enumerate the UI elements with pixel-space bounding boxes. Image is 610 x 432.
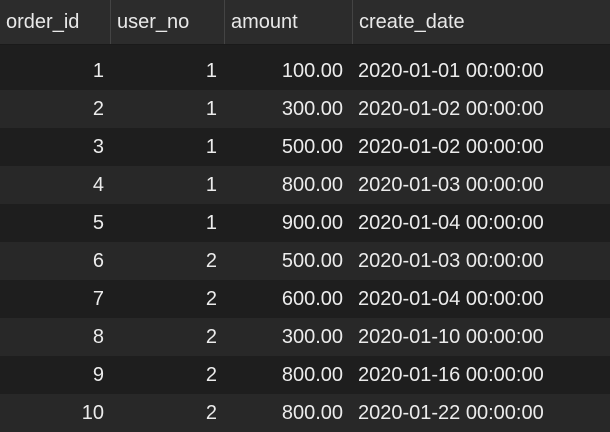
cell-create-date[interactable]: 2020-01-04 00:00:00	[358, 280, 608, 318]
result-grid: order_id user_no amount create_date 1 1 …	[0, 0, 610, 432]
cell-amount[interactable]: 900.00	[224, 204, 343, 242]
cell-amount[interactable]: 800.00	[224, 356, 343, 394]
cell-order-id[interactable]: 3	[0, 128, 104, 166]
cell-amount[interactable]: 300.00	[224, 90, 343, 128]
cell-order-id[interactable]: 5	[0, 204, 104, 242]
cell-amount[interactable]: 800.00	[224, 394, 343, 432]
column-header-user-no[interactable]: user_no	[110, 0, 224, 44]
cell-user-no[interactable]: 1	[110, 128, 217, 166]
cell-create-date[interactable]: 2020-01-22 00:00:00	[358, 394, 608, 432]
cell-order-id[interactable]: 1	[0, 52, 104, 90]
cell-user-no[interactable]: 1	[110, 90, 217, 128]
grid-body: 1 1 100.00 2020-01-01 00:00:00 2 1 300.0…	[0, 52, 610, 432]
grid-header: order_id user_no amount create_date	[0, 0, 610, 45]
cell-create-date[interactable]: 2020-01-02 00:00:00	[358, 90, 608, 128]
cell-create-date[interactable]: 2020-01-16 00:00:00	[358, 356, 608, 394]
cell-user-no[interactable]: 2	[110, 280, 217, 318]
cell-order-id[interactable]: 10	[0, 394, 104, 432]
cell-create-date[interactable]: 2020-01-04 00:00:00	[358, 204, 608, 242]
table-row[interactable]: 10 2 800.00 2020-01-22 00:00:00	[0, 394, 610, 432]
table-row[interactable]: 8 2 300.00 2020-01-10 00:00:00	[0, 318, 610, 356]
cell-user-no[interactable]: 1	[110, 204, 217, 242]
table-row[interactable]: 5 1 900.00 2020-01-04 00:00:00	[0, 204, 610, 242]
cell-amount[interactable]: 600.00	[224, 280, 343, 318]
cell-order-id[interactable]: 4	[0, 166, 104, 204]
cell-user-no[interactable]: 2	[110, 356, 217, 394]
cell-user-no[interactable]: 2	[110, 318, 217, 356]
cell-user-no[interactable]: 1	[110, 52, 217, 90]
cell-order-id[interactable]: 6	[0, 242, 104, 280]
cell-order-id[interactable]: 8	[0, 318, 104, 356]
column-header-amount[interactable]: amount	[224, 0, 352, 44]
cell-order-id[interactable]: 2	[0, 90, 104, 128]
column-header-order-id[interactable]: order_id	[0, 0, 110, 44]
table-row[interactable]: 2 1 300.00 2020-01-02 00:00:00	[0, 90, 610, 128]
cell-user-no[interactable]: 2	[110, 394, 217, 432]
cell-create-date[interactable]: 2020-01-03 00:00:00	[358, 242, 608, 280]
cell-create-date[interactable]: 2020-01-10 00:00:00	[358, 318, 608, 356]
table-row[interactable]: 1 1 100.00 2020-01-01 00:00:00	[0, 52, 610, 90]
cell-amount[interactable]: 500.00	[224, 128, 343, 166]
cell-create-date[interactable]: 2020-01-03 00:00:00	[358, 166, 608, 204]
column-header-create-date[interactable]: create_date	[352, 0, 610, 44]
table-row[interactable]: 4 1 800.00 2020-01-03 00:00:00	[0, 166, 610, 204]
table-row[interactable]: 3 1 500.00 2020-01-02 00:00:00	[0, 128, 610, 166]
table-row[interactable]: 7 2 600.00 2020-01-04 00:00:00	[0, 280, 610, 318]
cell-create-date[interactable]: 2020-01-02 00:00:00	[358, 128, 608, 166]
cell-order-id[interactable]: 7	[0, 280, 104, 318]
cell-create-date[interactable]: 2020-01-01 00:00:00	[358, 52, 608, 90]
cell-order-id[interactable]: 9	[0, 356, 104, 394]
cell-amount[interactable]: 500.00	[224, 242, 343, 280]
table-row[interactable]: 6 2 500.00 2020-01-03 00:00:00	[0, 242, 610, 280]
cell-amount[interactable]: 300.00	[224, 318, 343, 356]
table-row[interactable]: 9 2 800.00 2020-01-16 00:00:00	[0, 356, 610, 394]
cell-user-no[interactable]: 2	[110, 242, 217, 280]
cell-amount[interactable]: 100.00	[224, 52, 343, 90]
cell-amount[interactable]: 800.00	[224, 166, 343, 204]
cell-user-no[interactable]: 1	[110, 166, 217, 204]
